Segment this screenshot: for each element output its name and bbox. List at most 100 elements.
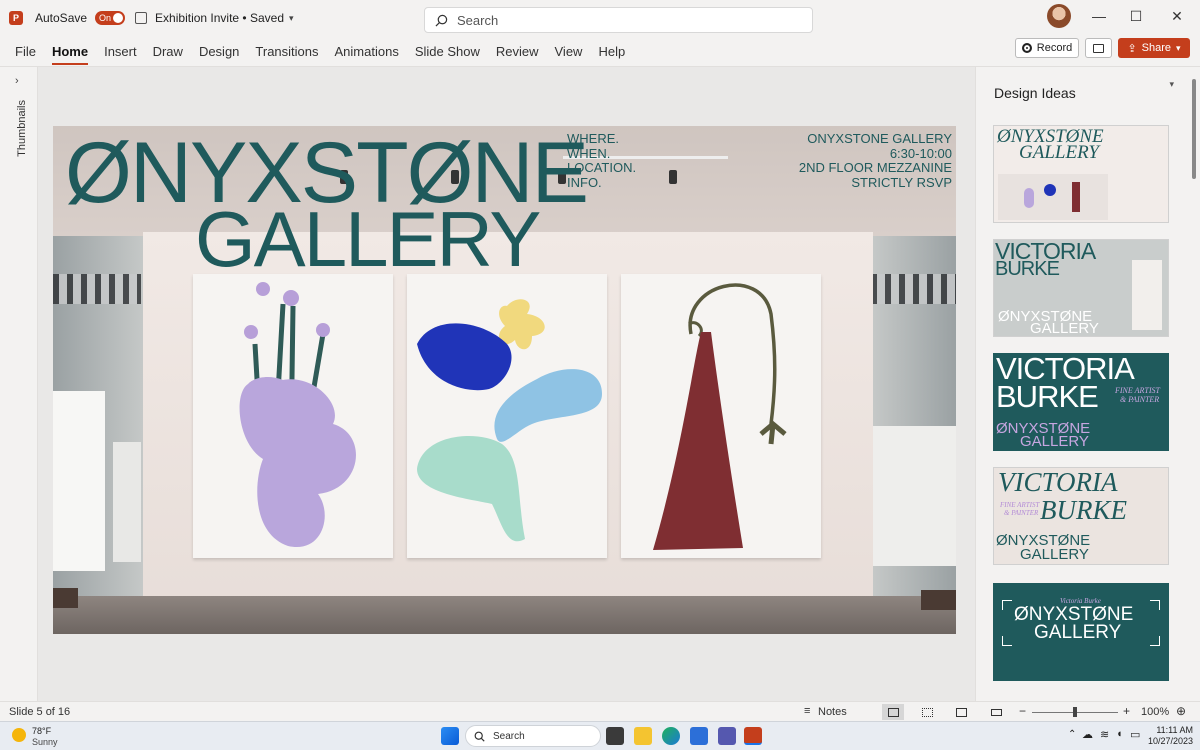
idea-text: GALLERY <box>1034 622 1122 643</box>
design-idea-1[interactable]: ØNYXSTØNE GALLERY <box>993 125 1169 223</box>
clock-date: 10/27/2023 <box>1148 736 1194 746</box>
share-icon: ⇪ <box>1127 42 1137 55</box>
maximize-button[interactable]: ☐ <box>1117 0 1155 32</box>
tab-insert[interactable]: Insert <box>104 38 137 65</box>
idea-text: & PAINTER <box>1120 395 1160 404</box>
tab-file[interactable]: File <box>15 38 36 65</box>
idea-preview-image <box>1132 260 1162 330</box>
thumbnails-rail: › Thumbnails <box>0 67 38 701</box>
share-button[interactable]: ⇪ Share ▾ <box>1118 38 1190 58</box>
zoom-level[interactable]: 100% <box>1141 706 1169 718</box>
current-slide[interactable]: ØNYXSTØNE GALLERY WHERE. WHEN. LOCATION.… <box>53 126 956 634</box>
search-icon <box>435 14 448 26</box>
tab-view[interactable]: View <box>555 38 583 65</box>
battery-icon[interactable]: ▭ <box>1130 728 1140 741</box>
cloud-icon[interactable]: ☁ <box>1082 728 1093 741</box>
expand-thumbnails-icon[interactable]: › <box>15 75 19 87</box>
info-value: STRICTLY RSVP <box>851 174 952 190</box>
wifi-icon[interactable]: ≋ <box>1100 728 1109 741</box>
start-icon[interactable] <box>441 727 459 745</box>
user-avatar[interactable] <box>1047 4 1071 28</box>
search-input[interactable]: Search <box>424 7 813 33</box>
pane-options-icon[interactable]: ▾ <box>1169 79 1174 90</box>
pane-scrollbar[interactable] <box>1192 79 1196 179</box>
design-idea-2[interactable]: VICTORIA BURKE ØNYXSTØNE GALLERY <box>993 239 1169 337</box>
file-explorer-icon[interactable] <box>634 727 652 745</box>
taskbar-search-label: Search <box>493 730 525 742</box>
design-idea-3[interactable]: VICTORIA BURKE FINE ARTIST & PAINTER ØNY… <box>993 353 1169 451</box>
slide-show-icon[interactable] <box>985 704 1007 720</box>
normal-view-icon[interactable] <box>882 704 904 720</box>
record-icon <box>1021 43 1032 53</box>
idea-preview-image <box>998 174 1108 220</box>
search-icon <box>474 731 485 742</box>
edge-icon[interactable] <box>662 727 680 745</box>
minimize-button[interactable]: — <box>1080 0 1118 32</box>
tab-animations[interactable]: Animations <box>335 38 399 65</box>
document-title[interactable]: Exhibition Invite • Saved <box>155 11 284 25</box>
autosave-toggle[interactable]: On <box>95 11 126 25</box>
info-label: WHEN. <box>567 145 611 161</box>
powerpoint-taskbar-icon[interactable] <box>744 727 762 745</box>
bench-left <box>53 588 78 608</box>
idea-text: FINE ARTIST <box>1115 386 1160 395</box>
slide-title-line-2[interactable]: GALLERY <box>195 200 541 278</box>
show-hidden-icons[interactable]: ⌃ <box>1068 729 1076 740</box>
tab-draw[interactable]: Draw <box>153 38 183 65</box>
idea-text: VICTORIA <box>998 467 1118 497</box>
idea-text: BURKE <box>1040 495 1127 525</box>
info-value: 6:30-10:00 <box>889 145 952 161</box>
idea-text: BURKE <box>996 379 1099 414</box>
taskbar-search[interactable]: Search <box>465 725 601 747</box>
painting-left <box>193 274 393 558</box>
fit-to-window-icon[interactable]: ⊕ <box>1176 704 1186 718</box>
tab-help[interactable]: Help <box>598 38 625 65</box>
clock[interactable]: 11:11 AM 10/27/2023 <box>1148 725 1193 747</box>
design-idea-4[interactable]: VICTORIA BURKE FINE ARTIST & PAINTER ØNY… <box>993 467 1169 565</box>
slide-info-labels[interactable]: WHERE. WHEN. LOCATION. INFO. <box>567 131 637 190</box>
info-label: LOCATION. <box>567 160 637 175</box>
weather-description: Sunny <box>32 737 58 747</box>
tab-slide-show[interactable]: Slide Show <box>415 38 480 65</box>
windows-taskbar: 78°F Sunny Search ⌃ ☁ ≋ ◖ ▭ 11:11 AM 10/… <box>0 721 1200 750</box>
thumbnails-label[interactable]: Thumbnails <box>16 100 28 157</box>
tab-review[interactable]: Review <box>496 38 539 65</box>
save-status-icon <box>135 12 148 24</box>
idea-text: FINE ARTIST <box>1000 501 1040 509</box>
tab-home[interactable]: Home <box>51 38 89 65</box>
zoom-in-button[interactable]: + <box>1123 704 1130 718</box>
notes-icon[interactable]: ≡ <box>804 705 810 717</box>
clock-time: 11:11 AM <box>1156 725 1194 735</box>
info-value: ONYXSTONE GALLERY <box>807 131 952 146</box>
powerpoint-app-icon: P <box>9 11 23 25</box>
idea-text: GALLERY <box>1030 320 1099 337</box>
close-button[interactable]: ✕ <box>1158 0 1196 32</box>
record-label: Record <box>1036 42 1073 54</box>
comments-button[interactable] <box>1085 38 1112 58</box>
task-view-icon[interactable] <box>606 727 624 745</box>
slide-sorter-icon[interactable] <box>916 704 938 720</box>
zoom-slider-knob[interactable] <box>1073 707 1077 717</box>
design-idea-5[interactable]: Victoria Burke ØNYXSTØNE GALLERY <box>993 583 1169 681</box>
teams-icon[interactable] <box>718 727 736 745</box>
ceiling-lights-left <box>53 274 141 304</box>
spotlight-4 <box>669 170 677 184</box>
floor-bg <box>53 596 956 634</box>
chevron-down-icon[interactable]: ▾ <box>289 13 294 24</box>
store-icon[interactable] <box>690 727 708 745</box>
design-ideas-pane: Design Ideas ▾ ØNYXSTØNE GALLERY VICTORI… <box>975 67 1200 701</box>
tab-transitions[interactable]: Transitions <box>255 38 318 65</box>
slide-counter: Slide 5 of 16 <box>9 706 71 718</box>
autosave-label: AutoSave <box>35 11 88 25</box>
reading-view-icon[interactable] <box>950 704 972 720</box>
status-bar: Slide 5 of 16 ≡ Notes − + 100% ⊕ <box>0 701 1200 721</box>
ceiling-lights-right <box>871 274 956 304</box>
weather-sun-icon[interactable] <box>12 728 26 742</box>
zoom-out-button[interactable]: − <box>1019 704 1026 718</box>
notes-button[interactable]: Notes <box>818 706 847 718</box>
chevron-down-icon: ▾ <box>1176 42 1181 53</box>
tab-design[interactable]: Design <box>199 38 239 65</box>
record-button[interactable]: Record <box>1015 38 1079 58</box>
slide-info-values[interactable]: ONYXSTONE GALLERY 6:30-10:00 2ND FLOOR M… <box>799 131 952 190</box>
volume-icon[interactable]: ◖ <box>1116 728 1123 740</box>
